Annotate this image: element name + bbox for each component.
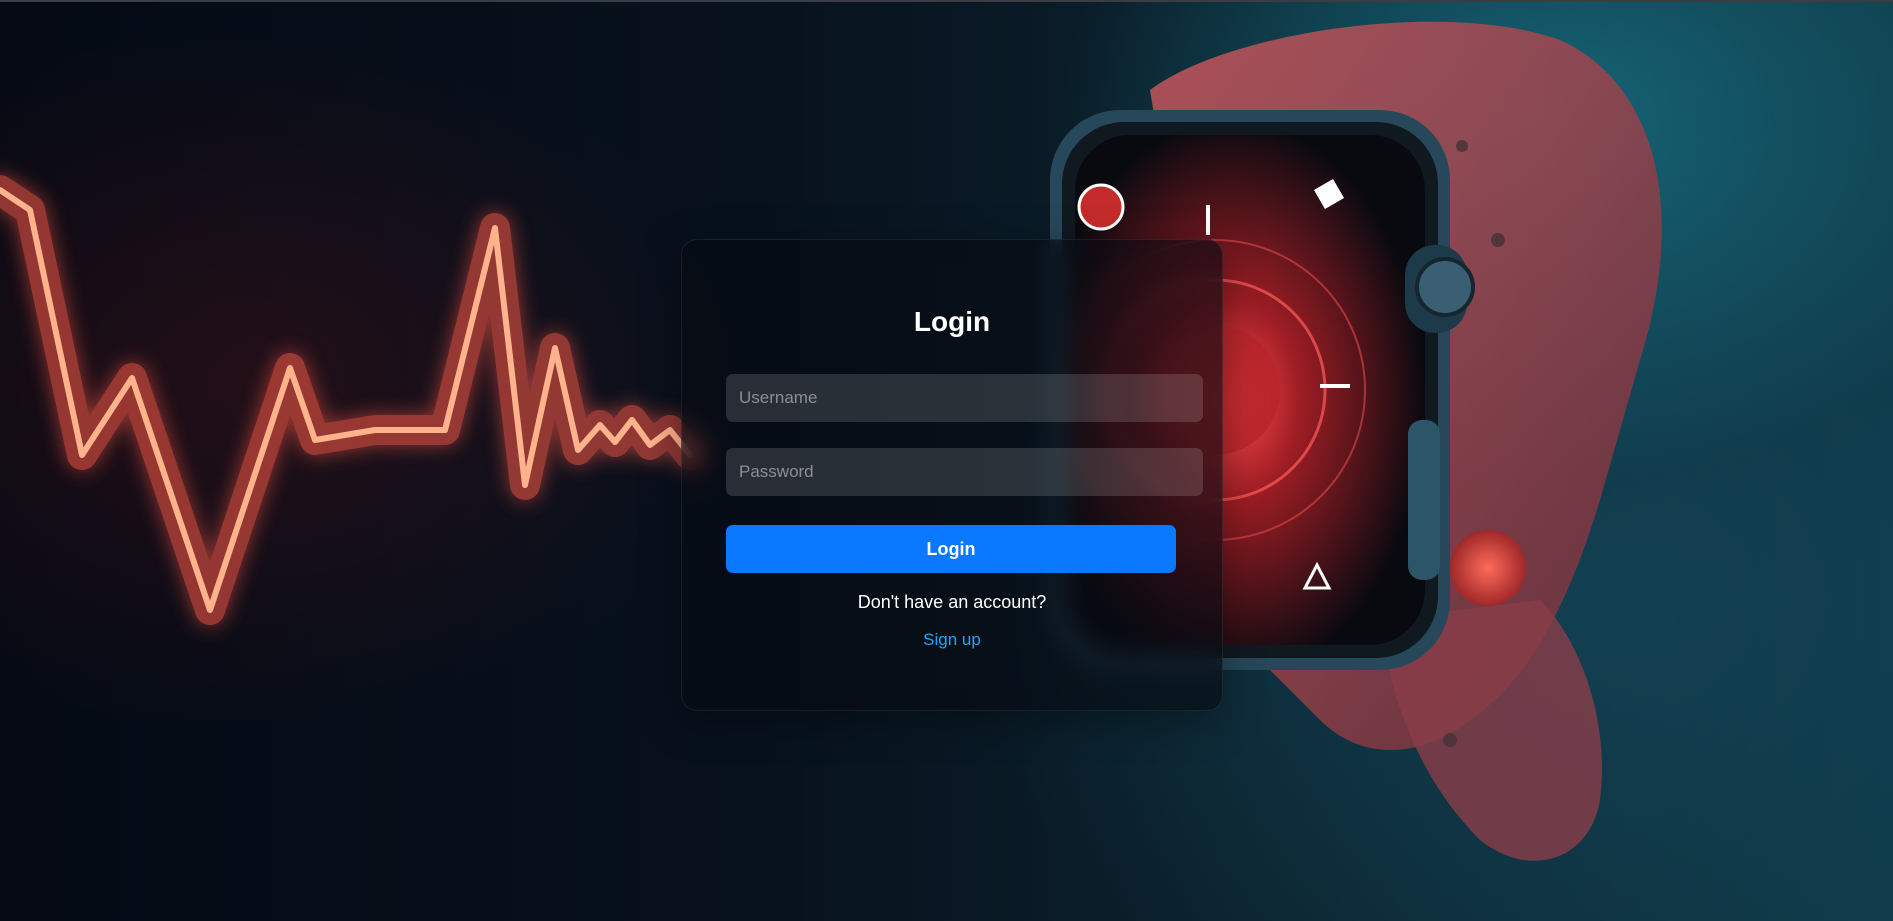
username-input[interactable] (726, 374, 1203, 422)
no-account-text: Don't have an account? (857, 592, 1047, 612)
login-title: Login (913, 306, 991, 337)
signup-link[interactable]: Sign up (682, 630, 1222, 650)
login-button[interactable]: Login (726, 525, 1176, 573)
heartbeat-line (0, 175, 705, 625)
login-card: Login Login Don't have an account? Sign … (681, 239, 1223, 711)
password-input[interactable] (726, 448, 1203, 496)
login-page: Login Login Don't have an account? Sign … (0, 0, 1893, 921)
